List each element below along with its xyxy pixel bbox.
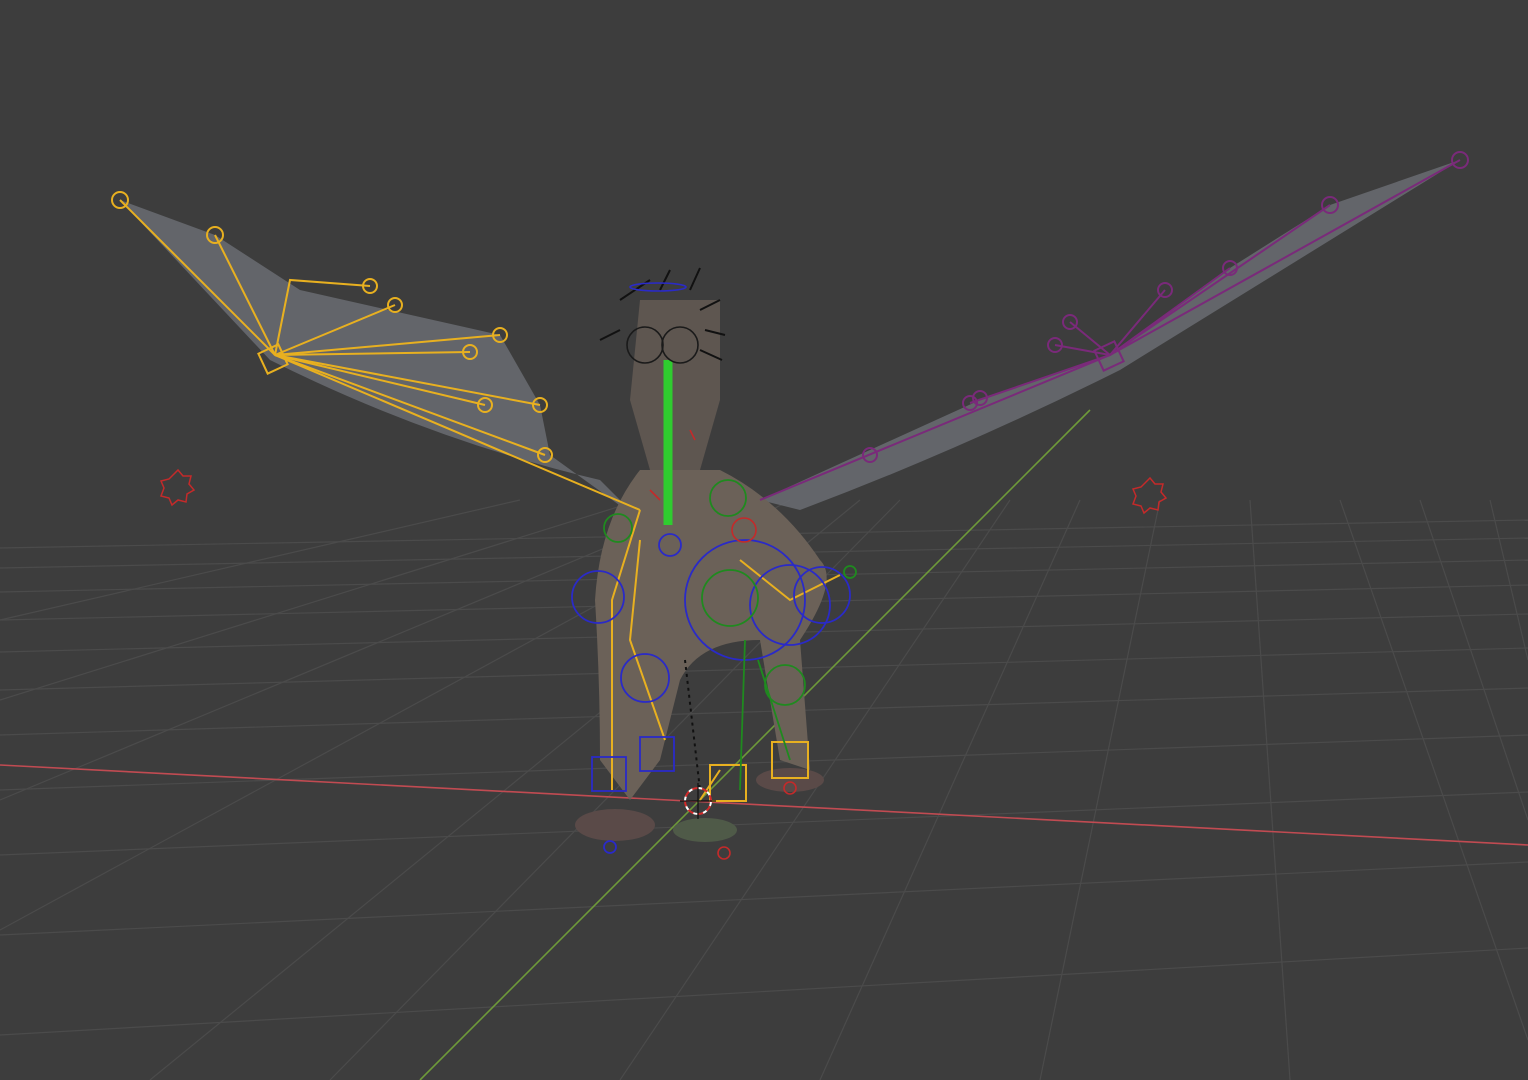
3d-viewport[interactable] — [0, 0, 1528, 1080]
viewport-canvas[interactable] — [0, 0, 1528, 1080]
